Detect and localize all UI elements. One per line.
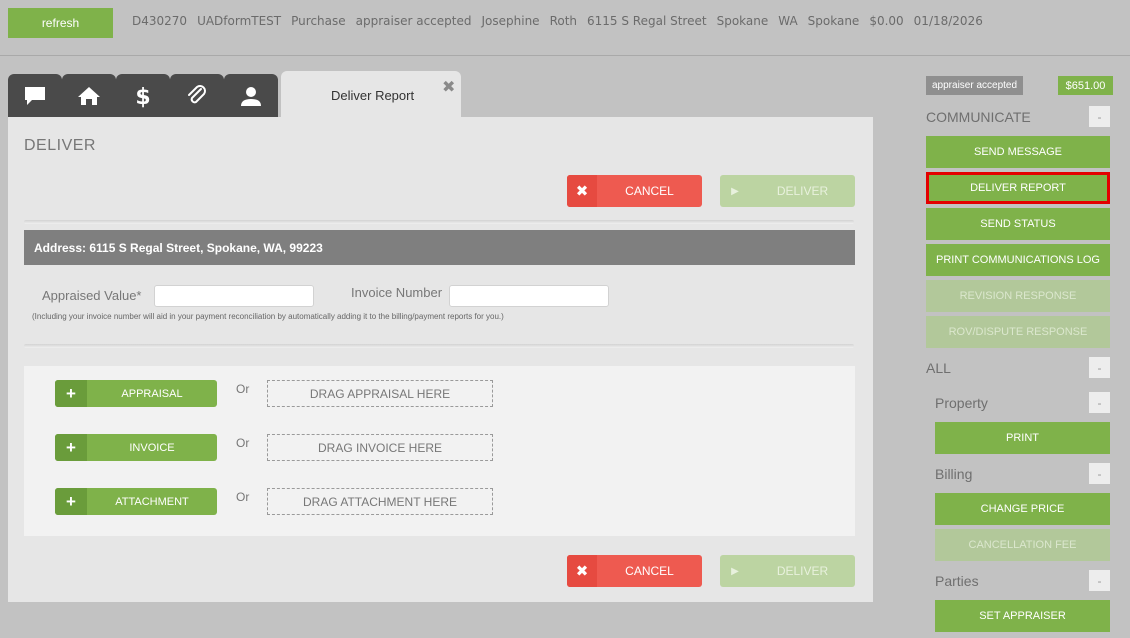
order-amount: $0.00 — [869, 14, 904, 28]
divider — [24, 220, 854, 224]
collapse-billing-button[interactable]: - — [1089, 463, 1110, 484]
deliver-button-label: DELIVER — [776, 564, 829, 578]
tab-billing[interactable]: $ — [116, 74, 170, 118]
property-county: Spokane — [807, 14, 860, 28]
divider — [24, 344, 854, 348]
order-date: 01/18/2026 — [913, 14, 983, 28]
deliver-panel: DELIVER ✖ CANCEL ▶ DELIVER Address: 6115… — [8, 117, 873, 602]
property-section-title: Property — [935, 395, 988, 411]
add-invoice-button[interactable]: + INVOICE — [55, 434, 217, 461]
user-icon — [241, 87, 261, 106]
paperclip-icon — [188, 85, 206, 104]
close-icon[interactable]: ✖ — [442, 77, 455, 97]
tab-attachments[interactable] — [170, 74, 224, 118]
action-sidebar: appraiser accepted $651.00 COMMUNICATE -… — [918, 60, 1130, 638]
add-appraisal-button[interactable]: + APPRAISAL — [55, 380, 217, 407]
chat-icon — [25, 87, 45, 105]
tab-deliver-report-label: Deliver Report — [331, 88, 415, 103]
all-section-title: ALL — [926, 360, 951, 376]
send-status-button[interactable]: SEND STATUS — [926, 208, 1110, 240]
revision-response-button[interactable]: REVISION RESPONSE — [926, 280, 1110, 312]
property-state: WA — [778, 14, 798, 28]
cancel-button-bottom[interactable]: ✖ CANCEL — [567, 555, 702, 587]
deliver-button-label: DELIVER — [776, 184, 829, 198]
deliver-button-top[interactable]: ▶ DELIVER — [720, 175, 855, 207]
cancellation-fee-button[interactable]: CANCELLATION FEE — [935, 529, 1110, 561]
loan-purpose: Purchase — [291, 14, 346, 28]
address-bar: Address: 6115 S Regal Street, Spokane, W… — [24, 230, 855, 265]
add-attachment-button[interactable]: + ATTACHMENT — [55, 488, 217, 515]
play-icon: ▶ — [731, 185, 739, 197]
plus-icon: + — [55, 434, 87, 461]
borrower-last-name: Roth — [549, 14, 578, 28]
tab-home[interactable] — [62, 74, 116, 118]
order-id: D430270 — [132, 14, 188, 28]
rov-dispute-response-button[interactable]: ROV/DISPUTE RESPONSE — [926, 316, 1110, 348]
tab-messages[interactable] — [8, 74, 62, 118]
borrower-first-name: Josephine — [481, 14, 540, 28]
or-label: Or — [236, 382, 250, 396]
order-status: appraiser accepted — [355, 14, 472, 28]
or-label: Or — [236, 436, 250, 450]
plus-icon: + — [55, 488, 87, 515]
collapse-property-button[interactable]: - — [1089, 392, 1110, 413]
collapse-communicate-button[interactable]: - — [1089, 106, 1110, 127]
appraised-value-input[interactable] — [154, 285, 314, 307]
property-city: Spokane — [716, 14, 769, 28]
billing-section-title: Billing — [935, 466, 973, 482]
dollar-icon: $ — [135, 85, 150, 109]
cancel-button-label: CANCEL — [625, 184, 674, 198]
price-badge: $651.00 — [1058, 76, 1113, 95]
status-badge: appraiser accepted — [926, 76, 1024, 95]
invoice-number-input[interactable] — [449, 285, 609, 307]
add-invoice-label: INVOICE — [129, 441, 175, 454]
home-icon — [78, 87, 100, 105]
invoice-drop-zone[interactable]: DRAG INVOICE HERE — [267, 434, 493, 461]
close-icon: ✖ — [567, 555, 597, 587]
form-type: UADformTEST — [197, 14, 282, 28]
appraisal-drop-zone[interactable]: DRAG APPRAISAL HERE — [267, 380, 493, 407]
tab-contacts[interactable] — [224, 74, 278, 118]
print-button[interactable]: PRINT — [935, 422, 1110, 454]
page-title: DELIVER — [24, 137, 96, 154]
add-attachment-label: ATTACHMENT — [115, 495, 189, 508]
set-appraiser-button[interactable]: SET APPRAISER — [935, 600, 1110, 632]
close-icon: ✖ — [567, 175, 597, 207]
change-price-button[interactable]: CHANGE PRICE — [935, 493, 1110, 525]
or-label: Or — [236, 490, 250, 504]
upload-area: + APPRAISAL Or DRAG APPRAISAL HERE + INV… — [24, 366, 855, 536]
deliver-button-bottom[interactable]: ▶ DELIVER — [720, 555, 855, 587]
communicate-section-title: COMMUNICATE — [926, 109, 1031, 125]
plus-icon: + — [55, 380, 87, 407]
play-icon: ▶ — [731, 565, 739, 577]
collapse-parties-button[interactable]: - — [1089, 570, 1110, 591]
tab-deliver-report[interactable]: Deliver Report ✖ — [281, 71, 461, 118]
invoice-hint: (Including your invoice number will aid … — [32, 312, 504, 321]
invoice-number-label: Invoice Number — [351, 285, 443, 300]
print-communications-log-button[interactable]: PRINT COMMUNICATIONS LOG — [926, 244, 1110, 276]
cancel-button-label: CANCEL — [625, 564, 674, 578]
parties-section-title: Parties — [935, 573, 979, 589]
deliver-report-button[interactable]: DELIVER REPORT — [926, 172, 1110, 204]
refresh-button[interactable]: refresh — [8, 8, 113, 38]
property-street: 6115 S Regal Street — [587, 14, 707, 28]
top-bar: refresh D430270 UADformTEST Purchase app… — [0, 0, 1130, 56]
svg-text:$: $ — [135, 85, 150, 109]
collapse-all-button[interactable]: - — [1089, 357, 1110, 378]
add-appraisal-label: APPRAISAL — [121, 387, 183, 400]
send-message-button[interactable]: SEND MESSAGE — [926, 136, 1110, 168]
cancel-button-top[interactable]: ✖ CANCEL — [567, 175, 702, 207]
attachment-drop-zone[interactable]: DRAG ATTACHMENT HERE — [267, 488, 493, 515]
order-summary: D430270 UADformTEST Purchase appraiser a… — [132, 14, 983, 28]
appraised-value-label: Appraised Value* — [42, 288, 142, 303]
